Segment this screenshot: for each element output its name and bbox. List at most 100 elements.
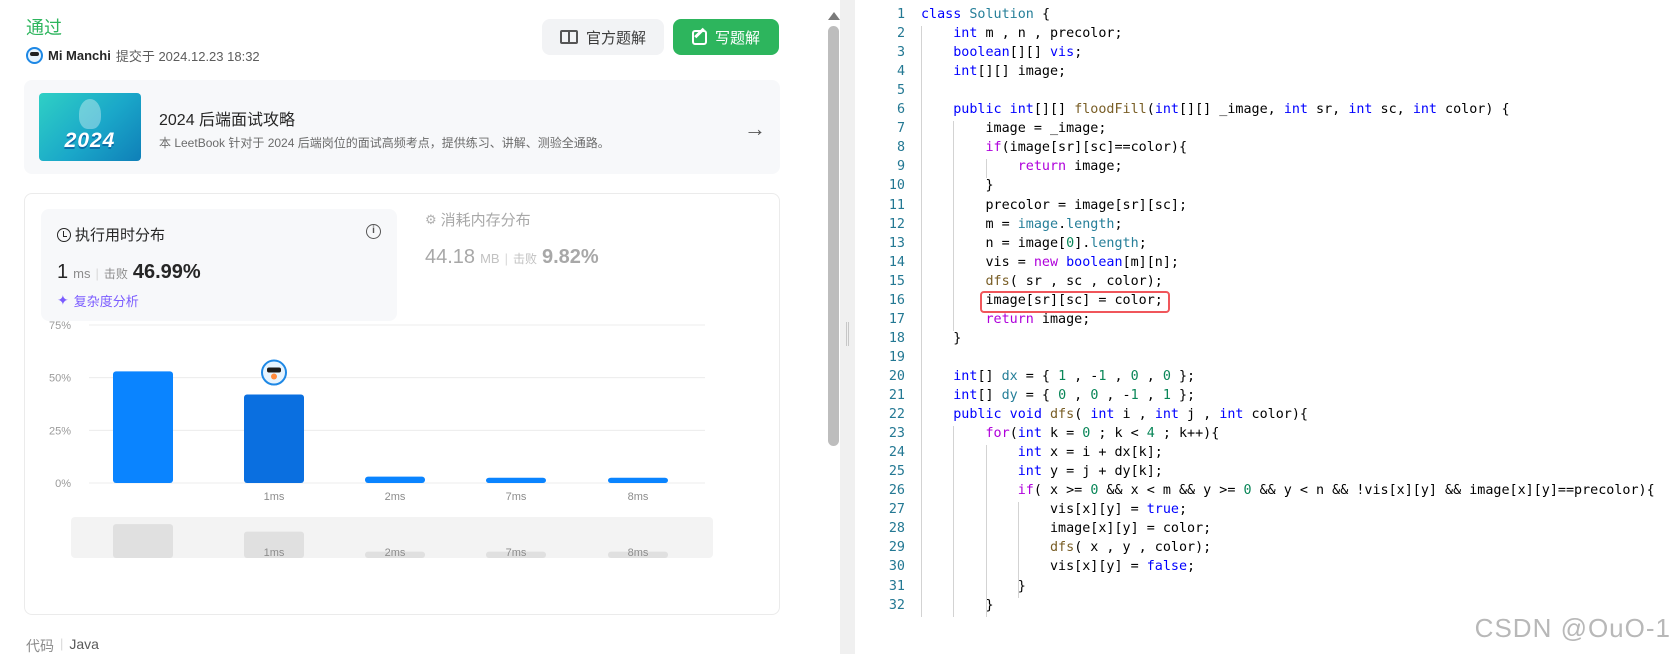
drag-handle-icon[interactable] — [846, 322, 849, 346]
write-solution-button[interactable]: 写题解 — [673, 19, 779, 55]
code-line[interactable]: return image; — [921, 159, 1123, 174]
code-line[interactable]: precolor = image[sr][sc]; — [921, 198, 1187, 213]
user-avatar[interactable] — [26, 47, 43, 64]
watermark: CSDN @OuO-1 — [1474, 613, 1671, 643]
submit-time: 提交于 2024.12.23 18:32 — [115, 49, 260, 64]
left-panel-scrollbar[interactable] — [826, 0, 840, 654]
code-token: image; — [1033, 311, 1091, 327]
code-line[interactable]: if( x >= 0 && x < m && y >= 0 && y < n &… — [921, 483, 1655, 498]
indent-guide — [985, 159, 987, 179]
submitter-info: Mi Manchi 提交于 2024.12.23 18:32 — [26, 46, 260, 65]
code-line[interactable]: boolean[][] vis; — [921, 45, 1082, 60]
code-line[interactable]: public void dfs( int i , int j , int col… — [921, 407, 1308, 422]
leetbook-title: 2024 后端面试攻略 — [159, 112, 296, 129]
line-number: 7 — [896, 121, 905, 137]
code-token: , — [1138, 388, 1163, 403]
code-line[interactable]: dfs( sr , sc , color); — [921, 274, 1163, 289]
code-token: } — [921, 330, 962, 346]
code-line[interactable]: int m , n , precolor; — [921, 26, 1122, 42]
code-line[interactable]: } — [921, 598, 993, 613]
code-token: n = image[ — [921, 235, 1067, 251]
code-line[interactable]: } — [921, 178, 993, 193]
official-solution-button[interactable]: 官方题解 — [542, 19, 664, 55]
code-token: 4 — [1146, 426, 1155, 442]
code-line[interactable]: int[][] image; — [921, 64, 1066, 79]
code-token: int — [953, 26, 978, 42]
code-line[interactable]: } — [921, 331, 961, 346]
code-line[interactable]: dfs( x , y , color); — [921, 540, 1211, 555]
code-line[interactable]: int x = i + dx[k]; — [921, 445, 1163, 460]
code-line[interactable]: class Solution { — [921, 7, 1050, 22]
code-token: boolean — [1066, 254, 1123, 270]
code-token: ( — [1146, 102, 1155, 118]
code-token: && y < n && !vis[x][y] && image[x][y]==p… — [1251, 483, 1655, 499]
code-token: { — [1041, 7, 1050, 22]
arrow-right-icon[interactable]: → — [744, 116, 766, 142]
code-line[interactable]: n = image[0].length; — [921, 235, 1146, 251]
user-position-avatar — [261, 359, 287, 386]
code-token: int — [1154, 407, 1179, 423]
indent-guide — [953, 426, 955, 617]
panel-resize-divider[interactable] — [840, 0, 855, 654]
code-line[interactable]: int y = j + dy[k]; — [921, 464, 1163, 479]
code-token: , — [1106, 368, 1131, 384]
bar — [113, 371, 173, 483]
code-token: . — [1058, 216, 1067, 232]
code-line[interactable]: for(int k = 0 ; k < 4 ; k++){ — [921, 426, 1220, 442]
line-number: 12 — [888, 216, 905, 232]
code-token: sr, — [1308, 102, 1349, 118]
code-line[interactable]: m = image.length; — [921, 216, 1122, 232]
user-name[interactable]: Mi Manchi — [48, 48, 111, 63]
line-number: 8 — [896, 140, 905, 156]
code-line[interactable]: int[] dx = { 1 , -1 , 0 , 0 }; — [921, 369, 1195, 384]
code-token: length — [1090, 235, 1139, 251]
code-token: [][] _image, — [1179, 102, 1284, 118]
code-editor[interactable]: CSDN @OuO-1 1 class Solution { 2 int m , n… — [855, 0, 1677, 654]
code-token: false — [1146, 559, 1188, 575]
code-token: new — [1033, 254, 1067, 270]
line-number: 20 — [888, 368, 905, 384]
code-line[interactable]: int[] dy = { 0 , 0 , -1 , 1 }; — [921, 388, 1195, 403]
code-line[interactable]: } — [921, 579, 1026, 594]
performance-stats-card: 执行用时分布 i 1 ms | 击败 46.99% ✦ 复杂度分析 ⚙ 消耗内存… — [24, 193, 780, 615]
code-token: int — [1219, 407, 1244, 423]
code-line[interactable]: vis[x][y] = false; — [921, 559, 1195, 574]
code-line[interactable]: vis[x][y] = true; — [921, 502, 1187, 517]
code-token: [m][n]; — [1122, 254, 1179, 270]
bar — [365, 476, 425, 483]
code-line[interactable]: if(image[sr][sc]==color){ — [921, 140, 1188, 155]
code-token: 0 — [1130, 368, 1139, 384]
line-number: 5 — [896, 83, 905, 99]
code-line[interactable]: image[x][y] = color; — [921, 521, 1211, 536]
code-line[interactable]: public int[][] floodFill(int[][] _image,… — [921, 102, 1510, 118]
overview-label: 8ms — [628, 547, 649, 559]
code-token: color) { — [1437, 102, 1510, 118]
code-token: dx — [1001, 368, 1018, 384]
code-token: ( x , y , color); — [1074, 540, 1212, 556]
line-number: 9 — [896, 159, 905, 175]
leetbook-banner[interactable]: 2024 2024 后端面试攻略 本 LeetBook 针对于 2024 后端岗… — [24, 80, 780, 174]
line-number: 13 — [888, 235, 905, 251]
code-token: 1 — [1058, 368, 1067, 384]
code-token: = { — [1017, 368, 1059, 384]
code-line[interactable]: vis = new boolean[m][n]; — [921, 255, 1179, 270]
code-language-row: 代码 | Java — [26, 636, 99, 654]
scrollbar-thumb[interactable] — [828, 26, 839, 446]
code-line[interactable]: image = _image; — [921, 121, 1106, 136]
code-line[interactable]: return image; — [921, 311, 1091, 327]
code-token: int — [1090, 407, 1115, 423]
scroll-up-arrow-icon[interactable] — [828, 12, 840, 20]
line-number: 2 — [896, 26, 905, 42]
write-solution-label: 写题解 — [714, 29, 760, 47]
bar — [486, 477, 546, 483]
y-tick-label: 0% — [55, 478, 71, 490]
line-number: 11 — [888, 197, 905, 213]
indent-guide — [985, 445, 987, 617]
code-token: true — [1146, 502, 1179, 518]
code-token: ]. — [1074, 235, 1091, 251]
